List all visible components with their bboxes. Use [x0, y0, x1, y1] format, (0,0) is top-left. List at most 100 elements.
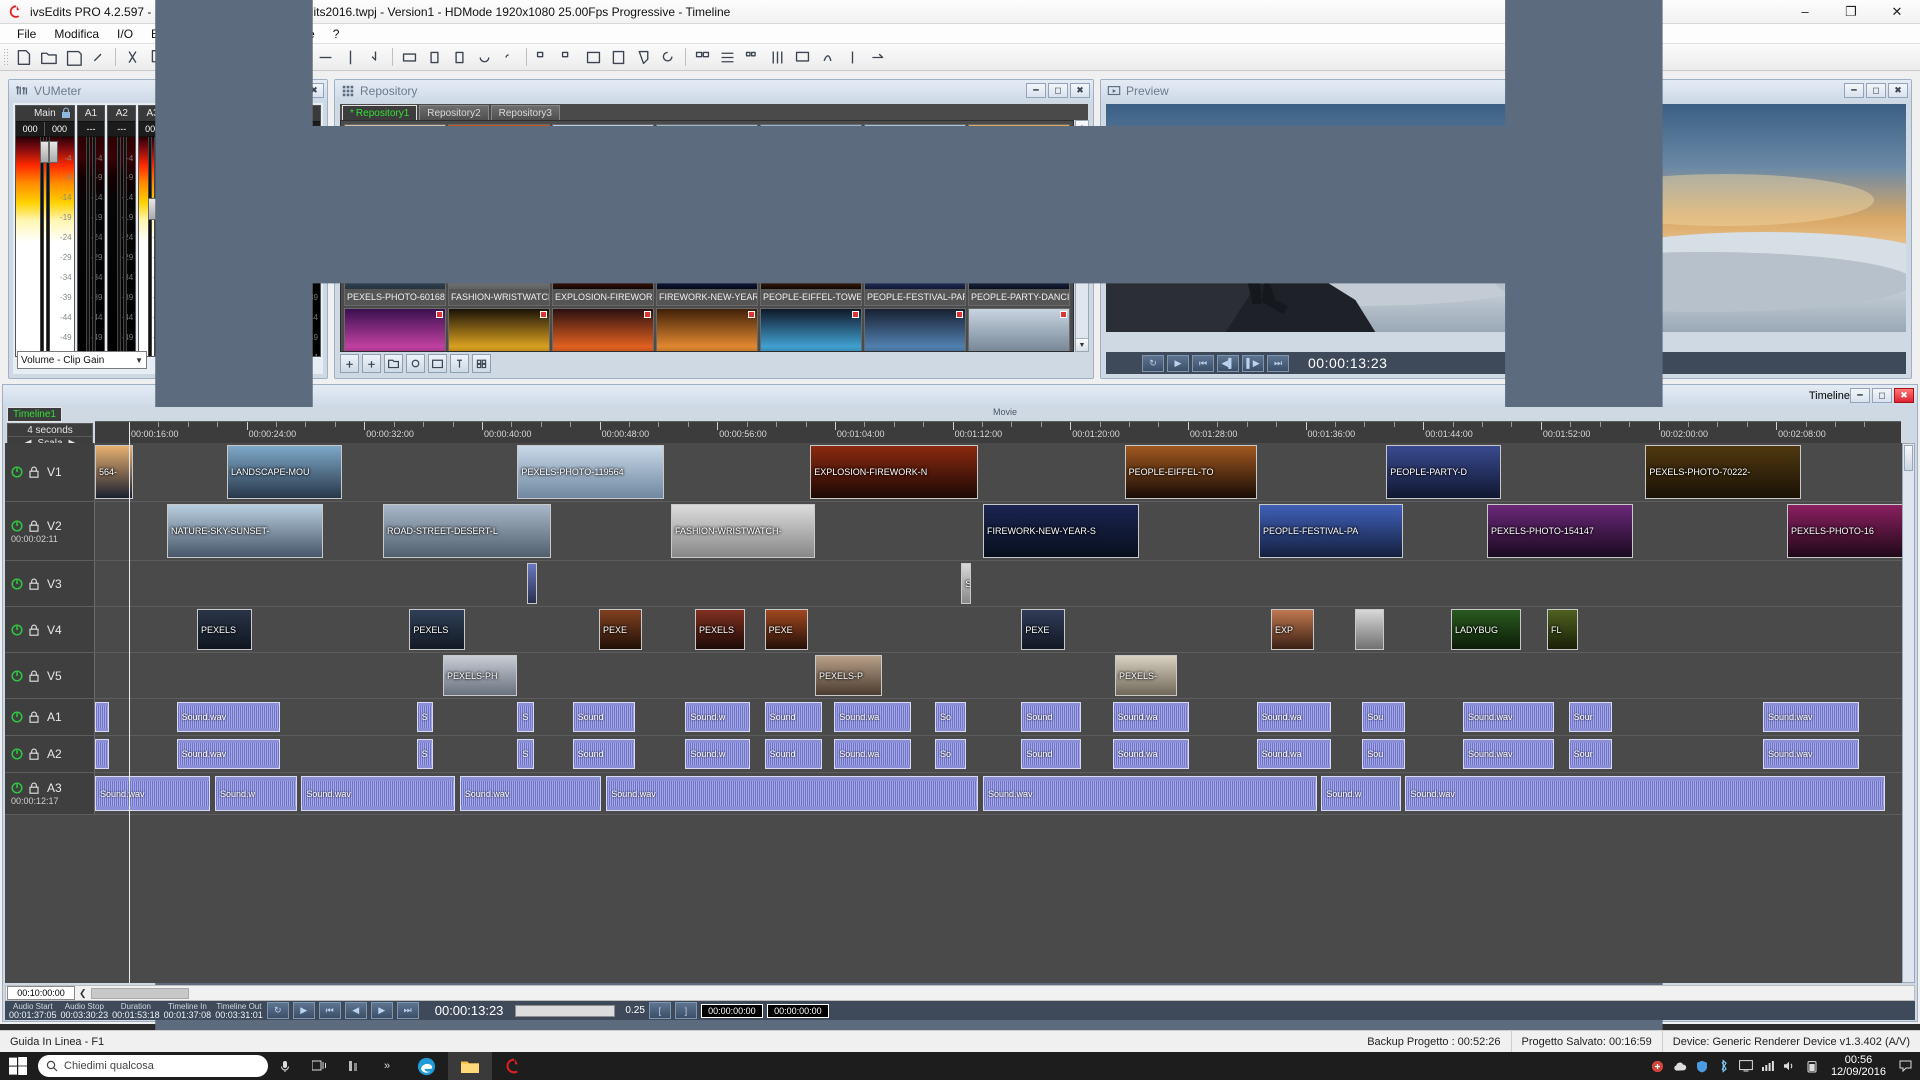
- track-enable-power-icon[interactable]: [11, 519, 23, 532]
- video-clip[interactable]: 564-: [95, 445, 134, 499]
- track-enable-power-icon[interactable]: [11, 466, 23, 478]
- audio-clip[interactable]: Sound.wav: [176, 702, 280, 732]
- audio-clip[interactable]: S: [416, 702, 434, 732]
- notification-center-icon[interactable]: [1894, 1052, 1916, 1080]
- audio-clip[interactable]: Sound.wav: [1763, 702, 1859, 732]
- playhead-tracks[interactable]: [129, 443, 130, 983]
- preview-maximize-button[interactable]: ◻: [1866, 83, 1886, 98]
- video-clip[interactable]: PEOPLE-EIFFEL-TO: [1124, 445, 1257, 499]
- audio-clip[interactable]: Sound.w: [685, 739, 751, 769]
- transport-jump-end-icon[interactable]: ⏭: [396, 1002, 419, 1019]
- track-header-a1[interactable]: A1: [5, 699, 95, 735]
- tray-icon-shield[interactable]: [1691, 1052, 1713, 1080]
- track-header-a3[interactable]: A3 00:00:12:17: [5, 773, 95, 814]
- tray-icon-onedrive[interactable]: [1669, 1052, 1691, 1080]
- audio-clip[interactable]: Sound.wa: [834, 739, 911, 769]
- video-clip[interactable]: FL: [1547, 609, 1579, 650]
- close-button[interactable]: ✕: [1874, 0, 1920, 24]
- track-lock-icon[interactable]: [29, 711, 39, 723]
- timeline-vscroll-thumb[interactable]: [1904, 445, 1913, 471]
- timeline-maximize-button[interactable]: ◻: [1872, 388, 1892, 403]
- audio-clip[interactable]: [95, 739, 110, 769]
- track-header-v5[interactable]: V5: [5, 653, 95, 698]
- audio-clip[interactable]: So: [935, 702, 967, 732]
- timeline-close-button[interactable]: ✖: [1894, 388, 1914, 403]
- video-clip[interactable]: PEXELS-PHOTO-70222-: [1645, 445, 1802, 499]
- track-enable-power-icon[interactable]: [11, 623, 23, 636]
- chevron-right-icon[interactable]: »: [370, 1052, 404, 1080]
- microphone-icon[interactable]: [268, 1052, 302, 1080]
- video-clip[interactable]: PEXE: [764, 609, 808, 650]
- audio-clip[interactable]: Sound.wav: [1405, 776, 1886, 811]
- track-enable-power-icon[interactable]: [11, 748, 23, 760]
- audio-clip[interactable]: Sound: [1021, 702, 1082, 732]
- maximize-button[interactable]: ❐: [1828, 0, 1874, 24]
- video-clip[interactable]: PEXELS: [197, 609, 253, 650]
- taskbar-app-explorer[interactable]: [448, 1052, 492, 1080]
- timeline-vertical-scrollbar[interactable]: [1902, 443, 1915, 983]
- audio-clip[interactable]: Sound: [572, 739, 635, 769]
- taskbar-app-ivsedits[interactable]: [492, 1052, 536, 1080]
- track-lane-v5[interactable]: PEXELS-PH PEXELS-P PEXELS-: [95, 653, 1915, 698]
- track-header-v4[interactable]: V4: [5, 607, 95, 652]
- hscroll-left-icon[interactable]: ❮: [79, 988, 87, 999]
- track-enable-power-icon[interactable]: [11, 711, 23, 723]
- taskbar-clock[interactable]: 00:56 12/09/2016: [1823, 1054, 1894, 1078]
- preview-close-button[interactable]: ✖: [1888, 83, 1908, 98]
- audio-clip[interactable]: Sound: [764, 702, 823, 732]
- transport-shuttle-slider[interactable]: [515, 1004, 616, 1017]
- audio-clip[interactable]: Sound: [1021, 739, 1082, 769]
- audio-clip[interactable]: Sound.wav: [983, 776, 1317, 811]
- video-clip[interactable]: PEOPLE-PARTY-D: [1386, 445, 1502, 499]
- track-lock-icon[interactable]: [29, 782, 39, 794]
- audio-clip[interactable]: Sound.wav: [1463, 739, 1555, 769]
- audio-clip[interactable]: Sound.wav: [95, 776, 211, 811]
- task-view-icon[interactable]: [302, 1052, 336, 1080]
- mark-in-icon[interactable]: [: [648, 1002, 671, 1019]
- video-clip[interactable]: PEXE: [1021, 609, 1065, 650]
- video-clip[interactable]: EXP: [1271, 609, 1315, 650]
- transport-step-forward-icon[interactable]: ▶: [370, 1002, 393, 1019]
- track-header-v3[interactable]: V3: [5, 561, 95, 606]
- transport-play-icon[interactable]: ▶: [292, 1002, 315, 1019]
- video-clip[interactable]: PEXELS-P: [815, 655, 883, 696]
- track-enable-power-icon[interactable]: [11, 782, 23, 794]
- hscroll-thumb[interactable]: [90, 987, 189, 999]
- track-lane-a1[interactable]: Sound.wav S S Sound Sound.w Sound Sound.wa So So…: [95, 699, 1915, 735]
- track-lane-v2[interactable]: NATURE-SKY-SUNSET- ROAD-STREET-DESERT-L FA…: [95, 502, 1915, 560]
- audio-clip[interactable]: Sound.wa: [1112, 702, 1190, 732]
- audio-clip[interactable]: Sound.wav: [176, 739, 280, 769]
- audio-clip[interactable]: Sound.wav: [459, 776, 602, 811]
- track-lock-icon[interactable]: [29, 466, 39, 478]
- video-clip[interactable]: PEXELS: [695, 609, 746, 650]
- video-clip[interactable]: LADYBUG: [1451, 609, 1521, 650]
- video-clip[interactable]: PEXELS-PHOTO-16: [1787, 504, 1915, 558]
- audio-clip[interactable]: Sour: [1568, 702, 1612, 732]
- audio-clip[interactable]: S: [416, 739, 434, 769]
- preview-minimize-button[interactable]: ━: [1844, 83, 1864, 98]
- tray-icon-1[interactable]: [1647, 1052, 1669, 1080]
- track-lane-a3[interactable]: Sound.wav Sound.w Sound.wav Sound.wav Sound.…: [95, 773, 1915, 814]
- video-clip[interactable]: FIREWORK-NEW-YEAR-S: [983, 504, 1139, 558]
- audio-clip[interactable]: S: [517, 702, 535, 732]
- audio-clip[interactable]: Sound.wa: [1112, 739, 1190, 769]
- video-clip[interactable]: EXPLOSION-FIREWORK-N: [810, 445, 979, 499]
- taskbar-app-edge[interactable]: [404, 1052, 448, 1080]
- audio-clip[interactable]: Sound: [764, 739, 823, 769]
- track-lock-icon[interactable]: [29, 520, 39, 532]
- transport-jump-start-icon[interactable]: ⏮: [318, 1002, 341, 1019]
- audio-clip[interactable]: Sound.w: [685, 702, 751, 732]
- audio-clip[interactable]: Sound.wa: [1256, 739, 1331, 769]
- audio-clip[interactable]: Sound.w: [215, 776, 297, 811]
- video-clip[interactable]: S: [961, 563, 971, 604]
- audio-clip[interactable]: Sou: [1362, 739, 1406, 769]
- audio-clip[interactable]: Sound.wa: [1256, 702, 1331, 732]
- track-enable-power-icon[interactable]: [11, 577, 23, 590]
- transport-step-back-icon[interactable]: ◀: [344, 1002, 367, 1019]
- tray-icon-display[interactable]: [1735, 1052, 1757, 1080]
- track-lock-icon[interactable]: [29, 748, 39, 760]
- audio-clip[interactable]: Sound.wav: [301, 776, 455, 811]
- timeline-horizontal-scrollbar[interactable]: 00:10:00:00 ❮: [5, 985, 1915, 1001]
- audio-clip[interactable]: Sound.wav: [606, 776, 979, 811]
- track-lane-v3[interactable]: S: [95, 561, 1915, 606]
